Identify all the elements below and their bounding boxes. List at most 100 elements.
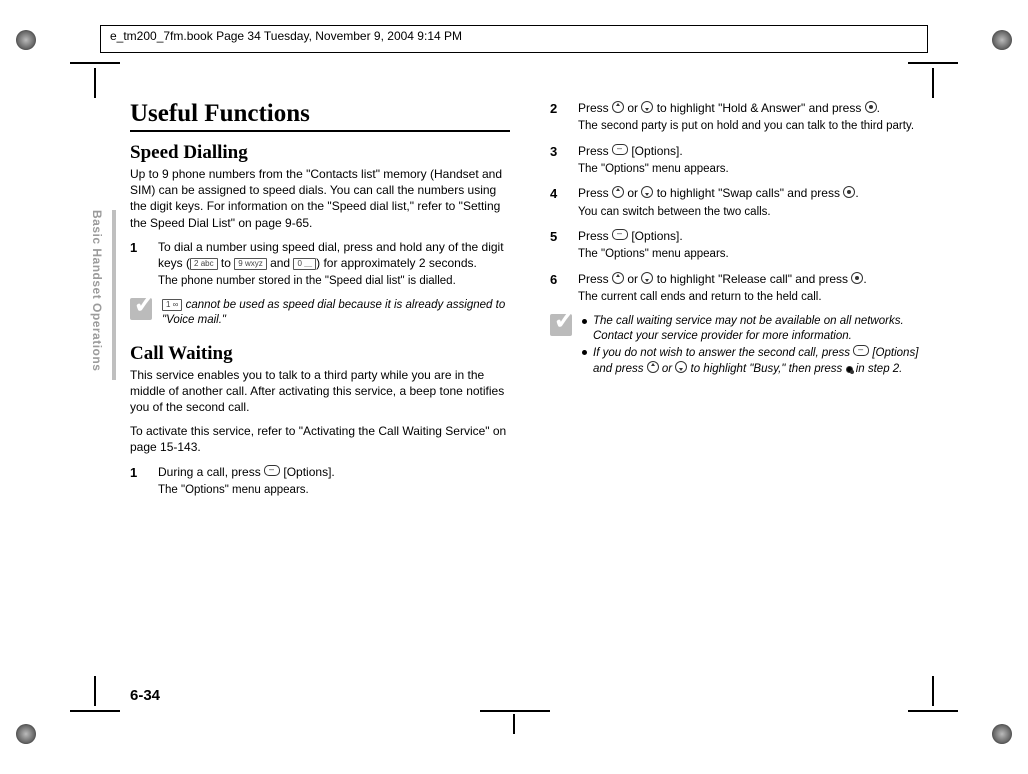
crop-circle [992, 724, 1012, 744]
check-icon [130, 298, 152, 320]
cw-step-3: 3 Press [Options]. The "Options" menu ap… [550, 143, 930, 178]
right-column: 2 Press or to highlight "Hold & Answer" … [550, 100, 930, 506]
key-2-icon: 2 abc [190, 258, 218, 270]
step-number: 1 [130, 464, 144, 499]
cw-step-5-body: Press [Options]. The "Options" menu appe… [578, 228, 930, 263]
cw-step-1: 1 During a call, press [Options]. The "O… [130, 464, 510, 499]
text: cannot be used as speed dial because it … [162, 299, 505, 327]
step-number: 6 [550, 271, 564, 306]
text: in step 2. [853, 363, 903, 375]
speed-dial-intro: Up to 9 phone numbers from the "Contacts… [130, 166, 510, 231]
text: to highlight "Swap calls" and press [653, 186, 843, 200]
text: Press [578, 186, 612, 200]
crop-circle [992, 30, 1012, 50]
bullet-icon [582, 319, 587, 324]
crop-mark [70, 62, 120, 64]
text: to highlight "Hold & Answer" and press [653, 101, 864, 115]
text: ) for approximately 2 seconds. [316, 256, 477, 270]
text: to highlight "Busy," then press [687, 363, 845, 375]
softkey-icon [612, 144, 628, 155]
note-bullet-2: If you do not wish to answer the second … [582, 345, 930, 378]
text: If you do not wish to answer the second … [593, 345, 930, 378]
note-speed-dial: 1 ∞ cannot be used as speed dial because… [130, 298, 510, 329]
text: [Options]. [628, 229, 683, 243]
text: or [659, 363, 676, 375]
cw-step-4-body: Press or to highlight "Swap calls" and p… [578, 185, 930, 220]
note-text: 1 ∞ cannot be used as speed dial because… [162, 298, 510, 329]
crop-mark [70, 710, 120, 712]
nav-down-icon [641, 272, 653, 284]
heading-speed-dialling: Speed Dialling [130, 142, 510, 164]
cw-step-4-sub: You can switch between the two calls. [578, 205, 930, 221]
softkey-icon [853, 345, 869, 356]
note-bullet-1: The call waiting service may not be avai… [582, 314, 930, 345]
text: to [218, 256, 235, 270]
heading-call-waiting: Call Waiting [130, 343, 510, 365]
cw-step-3-body: Press [Options]. The "Options" menu appe… [578, 143, 930, 178]
cw-step-4: 4 Press or to highlight "Swap calls" and… [550, 185, 930, 220]
nav-down-icon [641, 186, 653, 198]
nav-center-icon [865, 101, 877, 113]
cw-step-2-sub: The second party is put on hold and you … [578, 119, 930, 135]
cw-step-3-sub: The "Options" menu appears. [578, 162, 930, 178]
nav-up-icon [612, 101, 624, 113]
crop-circle [16, 724, 36, 744]
cw-step-5-sub: The "Options" menu appears. [578, 247, 930, 263]
side-accent-bar [112, 210, 116, 380]
step-number: 3 [550, 143, 564, 178]
crop-mark [908, 62, 958, 64]
nav-down-icon [675, 361, 687, 373]
cw-step-1-sub: The "Options" menu appears. [158, 483, 510, 499]
text: During a call, press [158, 465, 264, 479]
text: or [624, 272, 641, 286]
text: The call waiting service may not be avai… [593, 314, 930, 345]
crop-mark [94, 68, 96, 98]
text: . [863, 272, 866, 286]
text: [Options]. [628, 144, 683, 158]
crop-mark [932, 68, 934, 98]
key-0-icon: 0 ＿ [293, 258, 316, 270]
text: Press [578, 101, 612, 115]
text: or [624, 186, 641, 200]
text: or [624, 101, 641, 115]
cw-step-2: 2 Press or to highlight "Hold & Answer" … [550, 100, 930, 135]
nav-center-icon [851, 272, 863, 284]
crop-mark [513, 714, 515, 734]
cw-step-6: 6 Press or to highlight "Release call" a… [550, 271, 930, 306]
bullet-icon [582, 350, 587, 355]
text: Press [578, 144, 612, 158]
crop-mark [480, 710, 550, 712]
nav-down-icon [641, 101, 653, 113]
cw-step-6-body: Press or to highlight "Release call" and… [578, 271, 930, 306]
text: . [855, 186, 858, 200]
cw-step-2-body: Press or to highlight "Hold & Answer" an… [578, 100, 930, 135]
page-content: Useful Functions Speed Dialling Up to 9 … [130, 100, 930, 506]
cw-step-6-sub: The current call ends and return to the … [578, 290, 930, 306]
check-icon [550, 314, 572, 336]
note-call-waiting: The call waiting service may not be avai… [550, 314, 930, 378]
step-number: 1 [130, 239, 144, 290]
crop-mark [94, 676, 96, 706]
running-header: e_tm200_7fm.book Page 34 Tuesday, Novemb… [108, 29, 464, 43]
note-text: The call waiting service may not be avai… [582, 314, 930, 378]
call-wait-activate: To activate this service, refer to "Acti… [130, 423, 510, 455]
cw-step-5: 5 Press [Options]. The "Options" menu ap… [550, 228, 930, 263]
step-1: 1 To dial a number using speed dial, pre… [130, 239, 510, 290]
nav-center-icon [846, 366, 853, 373]
text: If you do not wish to answer the second … [593, 347, 853, 359]
nav-up-icon [647, 361, 659, 373]
step-1-sub: The phone number stored in the "Speed di… [158, 274, 510, 290]
nav-up-icon [612, 186, 624, 198]
section-side-label: Basic Handset Operations [90, 210, 104, 371]
page-number: 6-34 [130, 687, 160, 704]
text: Press [578, 229, 612, 243]
text: to highlight "Release call" and press [653, 272, 851, 286]
step-1-body: To dial a number using speed dial, press… [158, 239, 510, 290]
left-column: Useful Functions Speed Dialling Up to 9 … [130, 100, 510, 506]
key-9-icon: 9 wxyz [234, 258, 266, 270]
text: Press [578, 272, 612, 286]
crop-circle [16, 30, 36, 50]
step-number: 2 [550, 100, 564, 135]
crop-mark [932, 676, 934, 706]
text: . [877, 101, 880, 115]
